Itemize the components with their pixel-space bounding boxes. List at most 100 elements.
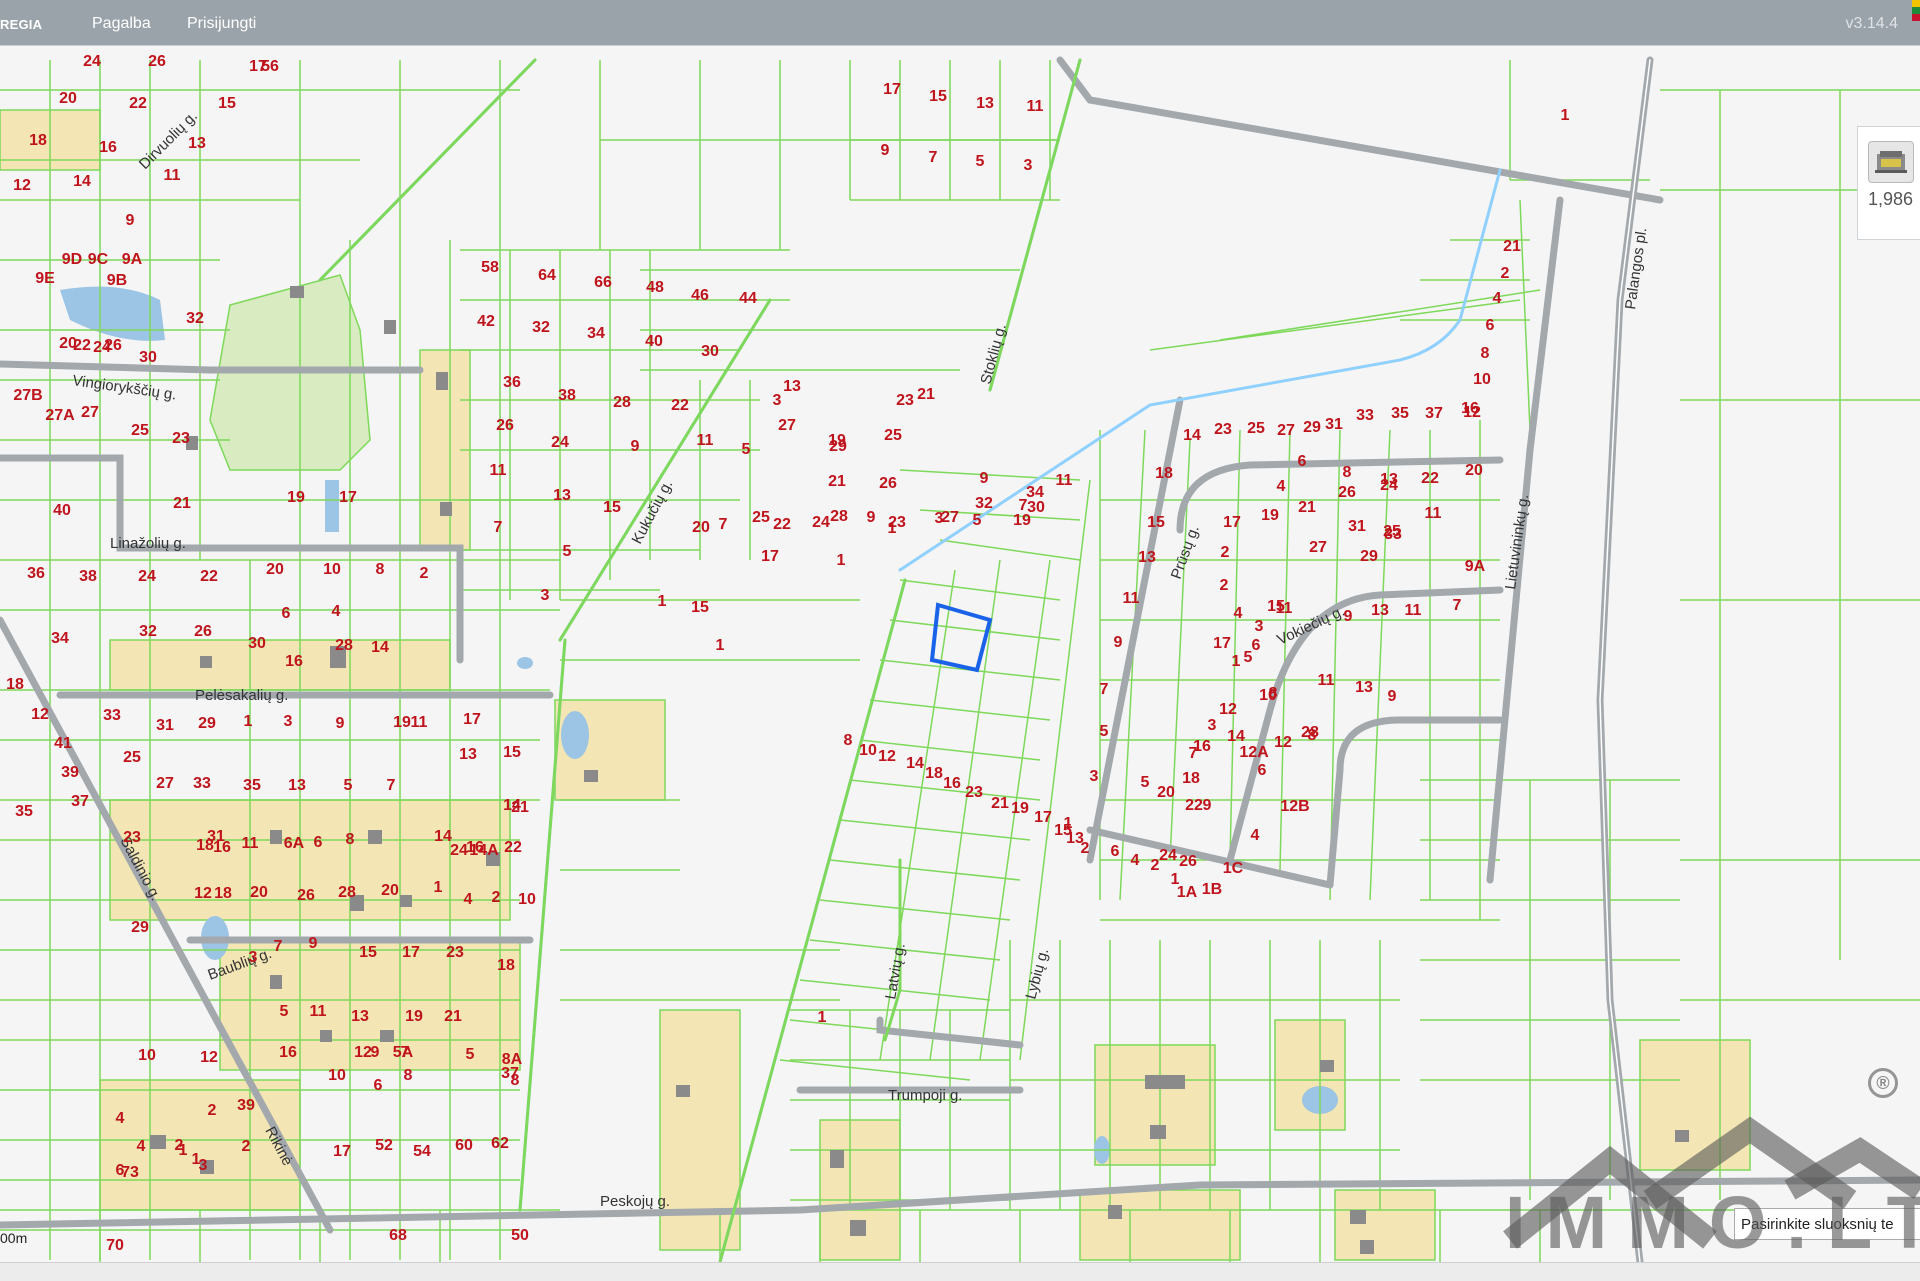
parcel-number: 5 — [280, 1003, 289, 1020]
parcel-number: 11 — [411, 714, 428, 731]
parcel-number: 20 — [692, 519, 710, 536]
parcel-number: 4 — [1277, 478, 1286, 495]
app-brand[interactable]: REGIA — [0, 17, 42, 32]
parcel-number: 70 — [106, 1237, 124, 1254]
cadastral-map[interactable]: Dirvuolių g. Vingiorykščių g. Linažolių … — [0, 46, 1920, 1262]
parcel-number: 16 — [943, 775, 961, 792]
parcel-number: 6 — [1486, 317, 1495, 334]
parcel-number: 15 — [1147, 514, 1165, 531]
parcel-number: 18 — [1182, 770, 1200, 787]
parcel-number: 4 — [1493, 290, 1502, 307]
parcel-number: 23 — [172, 430, 190, 447]
parcel-number: 15 — [218, 95, 236, 112]
parcel-number: 1 — [658, 593, 667, 610]
parcel-number: 17 — [1034, 809, 1052, 826]
parcel-number: 19 — [1011, 800, 1029, 817]
street-label: Pelėsakalių g. — [195, 687, 288, 704]
parcel-number: 13 — [1355, 679, 1373, 696]
parcel-number: 17 — [1223, 514, 1241, 531]
parcel-number: 4 — [1234, 605, 1243, 622]
parcel-number: 17 — [333, 1143, 351, 1160]
parcel-number: 52 — [375, 1137, 393, 1154]
parcel-number: 13 — [976, 95, 994, 112]
parcel-number: 56 — [261, 58, 279, 75]
parcel-number: 25 — [884, 427, 902, 444]
parcel-number: 19 — [287, 489, 305, 506]
parcel-number: 26 — [297, 887, 315, 904]
parcel-number: 13 — [1380, 471, 1398, 488]
parcel-number: 28 — [830, 508, 848, 525]
parcel-number: 23 — [965, 784, 983, 801]
parcel-number: 19 — [393, 714, 411, 731]
parcel-number: 13 — [188, 135, 206, 152]
parcel-number: 21 — [173, 495, 191, 512]
parcel-number: 13 — [288, 777, 306, 794]
parcel-number: 73 — [121, 1164, 139, 1181]
parcel-number: 2 — [492, 889, 501, 906]
parcel-number: 15 — [503, 744, 521, 761]
parcel-number: 2 — [208, 1102, 217, 1119]
parcel-number: 30 — [139, 349, 157, 366]
parcel-number: 3 — [284, 713, 293, 730]
parcel-number: 31 — [1348, 518, 1366, 535]
parcel-number: 9 — [1388, 688, 1397, 705]
parcel-number: 17 — [761, 548, 779, 565]
parcel-number: 29 — [198, 715, 216, 732]
parcel-number: 34 — [51, 630, 69, 647]
menu-login[interactable]: Prisijungti — [187, 15, 256, 33]
parcel-number: 2 — [1501, 265, 1510, 282]
parcel-number: 12 — [200, 1049, 218, 1066]
parcel-number: 7 — [929, 149, 938, 166]
parcel-number: 32 — [975, 495, 993, 512]
parcel-number: 15 — [1054, 822, 1072, 839]
parcel-number: 18 — [29, 132, 47, 149]
map-canvas[interactable]: Dirvuolių g. Vingiorykščių g. Linažolių … — [0, 46, 1920, 1262]
parcel-number: 24 — [551, 434, 569, 451]
parcel-number: 4 — [137, 1138, 146, 1155]
parcel-number: 9 — [336, 715, 345, 732]
parcel-number: 1 — [716, 637, 725, 654]
parcel-number: 26 — [1338, 484, 1356, 501]
parcel-number: 1 — [818, 1009, 827, 1026]
parcel-number: 6A — [284, 835, 305, 852]
menu-help[interactable]: Pagalba — [92, 15, 151, 33]
parcel-number: 7 — [494, 519, 503, 536]
parcel-number: 58 — [481, 259, 499, 276]
parcel-number: 1A — [1177, 884, 1198, 901]
parcel-number: 34 — [1026, 484, 1044, 501]
parcel-number: 1 — [1232, 653, 1241, 670]
parcel-number: 2 — [242, 1138, 251, 1155]
parcel-number: 7 — [1453, 597, 1462, 614]
parcel-number: 39 — [61, 764, 79, 781]
parcel-number: 66 — [594, 274, 612, 291]
parcel-number: 6 — [314, 834, 323, 851]
map-scale-ratio: 1,986 — [1868, 189, 1914, 209]
parcel-number: 5 — [1141, 774, 1150, 791]
parcel-number: 9 — [631, 438, 640, 455]
parcel-number: 30 — [248, 635, 266, 652]
parcel-number: 10 — [859, 742, 877, 759]
parcel-number: 54 — [413, 1143, 431, 1160]
parcel-number: 9 — [1114, 634, 1123, 651]
parcel-number: 11 — [164, 167, 181, 184]
parcel-number: 9 — [309, 935, 318, 952]
parcel-number: 30 — [701, 343, 719, 360]
parcel-number: 9 — [1344, 608, 1353, 625]
parcel-number: 12 — [878, 748, 896, 765]
parcel-number: 20 — [266, 561, 284, 578]
parcel-number: 3 — [249, 949, 258, 966]
parcel-number: 1 — [192, 1151, 201, 1168]
parcel-number: 18 — [214, 885, 232, 902]
parcel-number: 50 — [511, 1227, 529, 1244]
parcel-number: 23 — [1214, 421, 1232, 438]
parcel-number: 26 — [496, 417, 514, 434]
parcel-number: 19 — [1261, 507, 1279, 524]
parcel-number: 5 — [742, 441, 751, 458]
parcel-number: 38 — [558, 387, 576, 404]
parcel-number: 6 — [282, 605, 291, 622]
parcel-number: 33 — [1384, 526, 1402, 543]
map-layers-icon[interactable] — [1868, 141, 1914, 183]
parcel-number: 24 — [138, 568, 156, 585]
parcel-number: 17 — [339, 489, 357, 506]
parcel-number: 20 — [250, 884, 268, 901]
